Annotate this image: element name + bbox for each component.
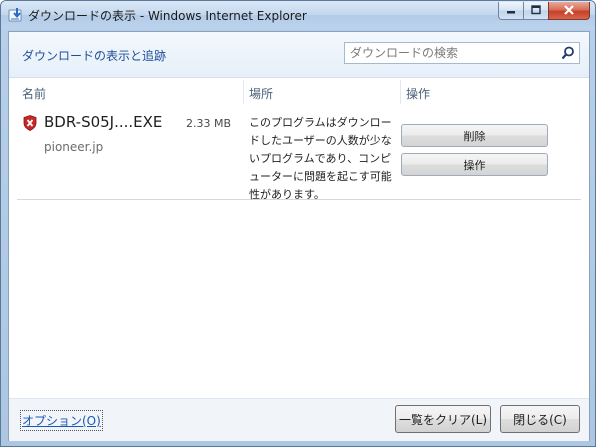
download-source: pioneer.jp	[44, 140, 104, 154]
title-bar[interactable]: ダウンロードの表示 - Windows Internet Explorer	[1, 1, 595, 29]
maximize-button[interactable]	[523, 2, 549, 20]
view-title: ダウンロードの表示と追跡	[22, 49, 167, 63]
download-filename: BDR-S05J....EXE	[44, 113, 163, 131]
security-warning-shield-icon	[23, 115, 37, 131]
search-input[interactable]	[345, 43, 553, 63]
delete-button[interactable]: 削除	[401, 124, 548, 147]
download-size: 2.33 MB	[186, 117, 232, 130]
security-warning-message: このプログラムはダウンロードしたユーザーの人数が少ないプログラムであり、コンピュ…	[249, 116, 392, 201]
minimize-button[interactable]	[498, 2, 524, 20]
window-close-button[interactable]	[548, 2, 590, 20]
download-item[interactable]: BDR-S05J....EXE 2.33 MB pioneer.jp このプログ…	[17, 107, 581, 201]
footer-bar: オプション(O) 一覧をクリア(L) 閉じる(C)	[9, 398, 589, 441]
close-button[interactable]: 閉じる(C)	[500, 405, 580, 433]
column-header-location[interactable]: 場所	[249, 85, 273, 102]
close-icon	[563, 4, 575, 18]
download-panel: ダウンロードの表示と追跡 名前 場所 操作	[8, 31, 590, 441]
search-box[interactable]	[344, 42, 580, 64]
options-link[interactable]: オプション(O)	[20, 410, 103, 431]
search-icon[interactable]	[561, 46, 575, 60]
window-title: ダウンロードの表示 - Windows Internet Explorer	[28, 9, 307, 23]
maximize-icon	[531, 4, 541, 18]
minimize-icon	[506, 4, 516, 18]
column-header-name[interactable]: 名前	[22, 85, 46, 102]
view-header: ダウンロードの表示と追跡	[9, 32, 589, 78]
actions-button[interactable]: 操作	[401, 153, 548, 176]
column-divider	[400, 80, 401, 104]
download-manager-window: ダウンロードの表示 - Windows Internet Explorer ダウ…	[0, 0, 596, 447]
ie-download-icon	[8, 7, 24, 23]
column-divider	[243, 80, 244, 104]
column-header-actions[interactable]: 操作	[406, 85, 430, 102]
clear-list-button[interactable]: 一覧をクリア(L)	[395, 405, 491, 433]
